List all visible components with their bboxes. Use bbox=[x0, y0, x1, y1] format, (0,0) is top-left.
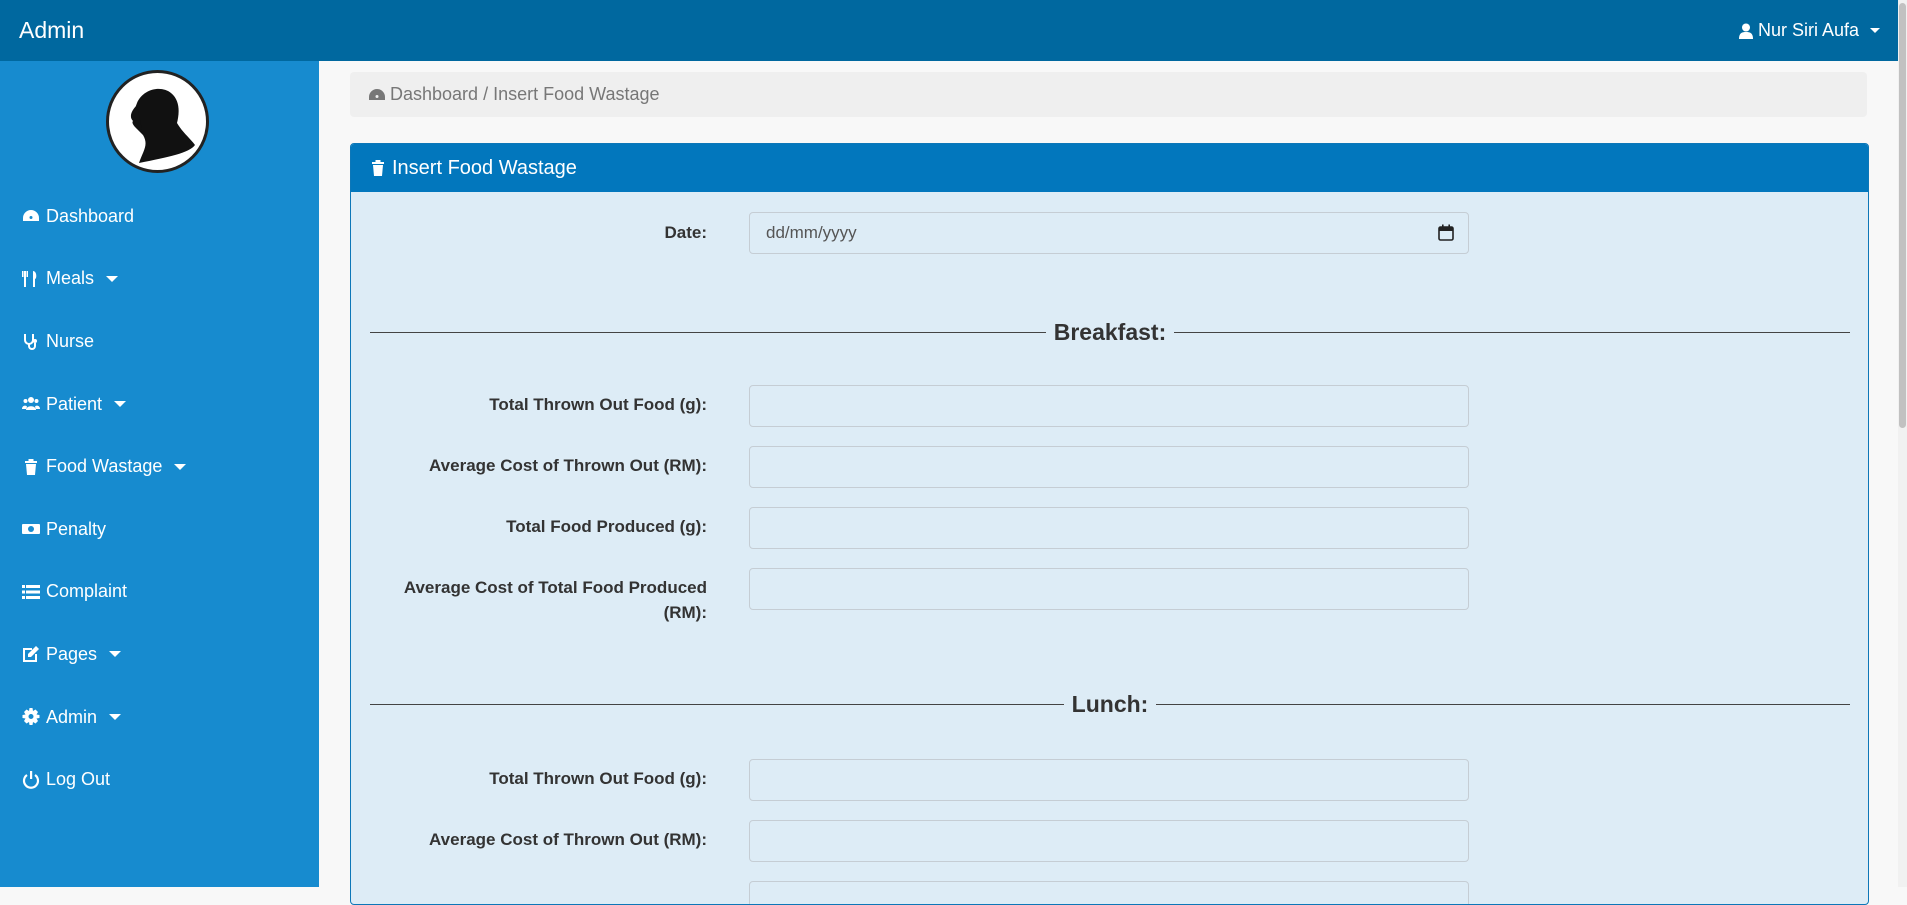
user-menu[interactable]: Nur Siri Aufa bbox=[1738, 20, 1880, 41]
cutlery-icon bbox=[21, 270, 41, 288]
money-icon bbox=[21, 520, 41, 538]
lunch-thrown-out-label: Total Thrown Out Food (g): bbox=[489, 769, 707, 788]
divider-line bbox=[370, 331, 1046, 333]
breakfast-total-produced-input[interactable] bbox=[749, 507, 1469, 549]
divider-line bbox=[370, 703, 1064, 705]
sidebar-item-patient[interactable]: Patient bbox=[0, 373, 319, 436]
sidebar-nav: Dashboard Meals Nurse Patient Food Wasta… bbox=[0, 185, 319, 811]
date-label: Date: bbox=[664, 223, 707, 242]
breakfast-avg-cost-produced-label: Average Cost of Total Food Produced (RM)… bbox=[403, 578, 707, 622]
sidebar-item-log-out[interactable]: Log Out bbox=[0, 748, 319, 811]
brand-title[interactable]: Admin bbox=[19, 17, 84, 44]
breakfast-thrown-out-input[interactable] bbox=[749, 385, 1469, 427]
insert-food-wastage-panel: Insert Food Wastage Date: dd/mm/yyyy Bre… bbox=[350, 143, 1869, 905]
sidebar-item-pages[interactable]: Pages bbox=[0, 623, 319, 686]
sidebar-item-label: Food Wastage bbox=[46, 456, 163, 477]
sidebar-item-label: Dashboard bbox=[46, 205, 135, 226]
sidebar-item-complaint[interactable]: Complaint bbox=[0, 561, 319, 624]
sidebar-item-label: Penalty bbox=[46, 518, 107, 539]
breakfast-avg-cost-thrown-label: Average Cost of Thrown Out (RM): bbox=[429, 456, 707, 475]
calendar-icon[interactable] bbox=[1438, 224, 1454, 241]
lunch-thrown-out-input[interactable] bbox=[749, 759, 1469, 801]
users-icon bbox=[21, 395, 41, 413]
gear-icon bbox=[21, 708, 41, 726]
dashboard-icon bbox=[21, 207, 41, 225]
sidebar: Dashboard Meals Nurse Patient Food Wasta… bbox=[0, 61, 319, 887]
list-icon bbox=[21, 583, 41, 601]
page-scrollbar[interactable] bbox=[1898, 0, 1907, 887]
date-input[interactable]: dd/mm/yyyy bbox=[749, 212, 1469, 254]
breakfast-total-produced-label: Total Food Produced (g): bbox=[506, 517, 707, 536]
sidebar-item-admin[interactable]: Admin bbox=[0, 686, 319, 749]
trash-icon bbox=[21, 458, 41, 476]
lunch-avg-cost-thrown-input[interactable] bbox=[749, 820, 1469, 862]
breakfast-avg-cost-thrown-input[interactable] bbox=[749, 446, 1469, 488]
sidebar-item-food-wastage[interactable]: Food Wastage bbox=[0, 435, 319, 498]
date-placeholder: dd/mm/yyyy bbox=[766, 223, 857, 242]
chevron-down-icon bbox=[106, 275, 119, 282]
breadcrumb-current: Insert Food Wastage bbox=[493, 84, 660, 104]
chevron-down-icon bbox=[114, 401, 127, 408]
breadcrumb-home-label: Dashboard bbox=[390, 84, 479, 104]
top-navbar: Admin Nur Siri Aufa bbox=[0, 0, 1898, 61]
sidebar-item-meals[interactable]: Meals bbox=[0, 248, 319, 311]
user-icon bbox=[1738, 23, 1753, 39]
user-name: Nur Siri Aufa bbox=[1757, 20, 1859, 40]
breakfast-title: Breakfast: bbox=[1053, 318, 1167, 345]
sidebar-item-label: Log Out bbox=[46, 769, 111, 790]
sidebar-item-label: Patient bbox=[46, 393, 103, 414]
dashboard-icon bbox=[369, 88, 385, 100]
chevron-down-icon bbox=[109, 714, 122, 721]
profile-silhouette-icon bbox=[130, 88, 195, 163]
stethoscope-icon bbox=[21, 332, 41, 351]
breadcrumb: Dashboard / Insert Food Wastage bbox=[350, 72, 1867, 117]
scrollbar-thumb[interactable] bbox=[1899, 3, 1906, 428]
power-icon bbox=[21, 770, 41, 789]
lunch-avg-cost-thrown-label: Average Cost of Thrown Out (RM): bbox=[429, 830, 707, 849]
divider-line bbox=[1156, 703, 1850, 705]
sidebar-item-nurse[interactable]: Nurse bbox=[0, 310, 319, 373]
lunch-next-input[interactable] bbox=[749, 881, 1469, 904]
edit-icon bbox=[21, 645, 41, 663]
panel-heading: Insert Food Wastage bbox=[351, 144, 1868, 192]
breakfast-avg-cost-produced-input[interactable] bbox=[749, 568, 1469, 610]
sidebar-item-label: Meals bbox=[46, 268, 95, 289]
chevron-down-icon bbox=[1870, 28, 1880, 33]
chevron-down-icon bbox=[174, 463, 187, 470]
trash-icon bbox=[372, 160, 384, 176]
breakfast-thrown-out-label: Total Thrown Out Food (g): bbox=[489, 395, 707, 414]
sidebar-item-dashboard[interactable]: Dashboard bbox=[0, 185, 319, 248]
lunch-section-divider: Lunch: bbox=[370, 689, 1850, 719]
avatar bbox=[106, 70, 209, 173]
breadcrumb-home[interactable]: Dashboard bbox=[368, 84, 478, 105]
sidebar-item-penalty[interactable]: Penalty bbox=[0, 498, 319, 561]
sidebar-item-label: Complaint bbox=[46, 581, 128, 602]
panel-title: Insert Food Wastage bbox=[392, 156, 577, 179]
sidebar-item-label: Nurse bbox=[46, 330, 95, 351]
breakfast-section-divider: Breakfast: bbox=[370, 317, 1850, 347]
lunch-title: Lunch: bbox=[1071, 690, 1149, 717]
sidebar-item-label: Pages bbox=[46, 643, 98, 664]
divider-line bbox=[1174, 331, 1850, 333]
sidebar-item-label: Admin bbox=[46, 706, 98, 727]
chevron-down-icon bbox=[109, 651, 122, 658]
breadcrumb-separator: / bbox=[483, 84, 489, 104]
